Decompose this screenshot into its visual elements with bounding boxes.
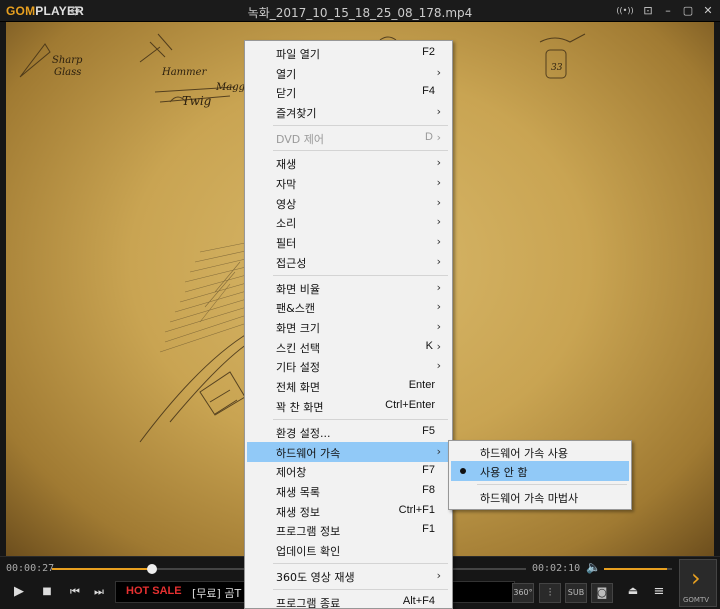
equalizer-icon[interactable]: ⫶: [539, 583, 561, 603]
menu-item-other-settings[interactable]: 기타 설정 ›: [247, 356, 450, 376]
radio-selected-icon: [460, 468, 466, 474]
video-border-right: [714, 22, 720, 556]
mini-mode-button[interactable]: ⊡: [640, 3, 656, 18]
menu-item-video[interactable]: 영상 ›: [247, 193, 450, 213]
menu-item-preferences[interactable]: 환경 설정... F5: [247, 422, 450, 442]
menu-item-playback-info[interactable]: 재생 정보 Ctrl+F1: [247, 501, 450, 521]
menu-separator: [477, 484, 627, 485]
stop-icon[interactable]: ■: [38, 586, 56, 597]
submenu-item-disable-hw[interactable]: 사용 안 함: [451, 461, 629, 481]
menu-item-playback[interactable]: 재생 ›: [247, 153, 450, 173]
window-title: 녹화_2017_10_15_18_25_08_178.mp4: [247, 6, 473, 20]
menu-item-subtitles[interactable]: 자막 ›: [247, 173, 450, 193]
menu-item-accessibility[interactable]: 접근성 ›: [247, 252, 450, 272]
menu-item-fill-screen[interactable]: 꽉 찬 화면 Ctrl+Enter: [247, 396, 450, 416]
current-time: 00:00:27: [6, 563, 55, 574]
menu-item-open-file[interactable]: 파일 열기 F2: [247, 43, 450, 63]
sketch-label-tag: 33: [551, 63, 563, 73]
menu-separator: [273, 275, 448, 276]
menu-separator: [273, 150, 448, 151]
video-border-left: [0, 22, 6, 556]
menu-separator: [273, 419, 448, 420]
ticker-message: [무료] 곰T: [192, 587, 242, 600]
camera-icon[interactable]: ◙: [591, 583, 613, 603]
sketch-label-glass: Glass: [54, 67, 81, 78]
sketch-label-sharp: Sharp: [52, 55, 83, 66]
chevron-right-icon: ›: [691, 564, 701, 592]
seek-progress: [52, 568, 152, 570]
menu-item-exit[interactable]: 프로그램 종료 Alt+F4: [247, 592, 450, 609]
gomtv-label: GOMTV: [683, 596, 710, 604]
menu-item-dvd-control: DVD 제어 D ›: [276, 131, 441, 146]
volume-level: [604, 568, 667, 570]
menu-item-playlist[interactable]: 재생 목록 F8: [247, 481, 450, 501]
context-menu: 파일 열기 F2 열기 › 닫기 F4 즐겨찾기 › DVD 제어 D › 재생 › 자막 › …: [244, 40, 453, 609]
menu-item-close[interactable]: 닫기 F4: [247, 82, 450, 102]
vr-360-button[interactable]: 360°: [512, 583, 534, 603]
menu-item-skin-select[interactable]: 스킨 선택 K ›: [247, 337, 450, 357]
menu-separator: [273, 125, 448, 126]
menu-separator: [273, 563, 448, 564]
play-icon[interactable]: ▶: [10, 584, 28, 599]
close-button[interactable]: ✕: [700, 3, 716, 18]
maximize-button[interactable]: ▢: [680, 3, 696, 18]
menu-item-open[interactable]: 열기 ›: [247, 63, 450, 83]
menu-item-aspect-ratio[interactable]: 화면 비율 ›: [247, 278, 450, 298]
seek-handle[interactable]: [146, 564, 157, 574]
sketch-label-twig: Twig: [182, 94, 212, 108]
subtitle-button[interactable]: SUB: [565, 583, 587, 603]
menu-item-pan-scan[interactable]: 팬&스캔 ›: [247, 297, 450, 317]
menu-item-audio[interactable]: 소리 ›: [247, 212, 450, 232]
hot-sale-label: HOT SALE: [126, 585, 182, 597]
submenu-item-hw-wizard[interactable]: 하드웨어 가속 마법사: [451, 487, 629, 507]
speaker-icon[interactable]: 🔈: [586, 560, 601, 574]
menu-item-filter[interactable]: 필터 ›: [247, 232, 450, 252]
minimize-button[interactable]: –: [660, 3, 676, 18]
menu-item-check-update[interactable]: 업데이트 확인: [247, 540, 450, 560]
sketch-label-magg: Magg: [215, 82, 245, 93]
broadcast-icon[interactable]: ((•)): [614, 3, 636, 18]
total-time: 00:02:10: [532, 563, 581, 574]
menu-item-screen-size[interactable]: 화면 크기 ›: [247, 317, 450, 337]
submenu-item-enable-hw[interactable]: 하드웨어 가속 사용: [451, 442, 629, 462]
menu-item-360-video[interactable]: 360도 영상 재생 ›: [247, 566, 450, 586]
volume-slider[interactable]: [604, 568, 672, 570]
previous-icon[interactable]: ⏮: [66, 585, 84, 599]
next-icon[interactable]: ⏭: [90, 585, 108, 599]
menu-item-fullscreen[interactable]: 전체 화면 Enter: [247, 376, 450, 396]
eject-icon[interactable]: ⏏: [624, 584, 642, 597]
menu-item-favorites[interactable]: 즐겨찾기 ›: [247, 102, 450, 122]
title-bar: GOMPLAYER ⚙ 녹화_2017_10_15_18_25_08_178.m…: [0, 0, 720, 22]
menu-icon[interactable]: ≡: [650, 584, 668, 599]
menu-separator: [273, 589, 448, 590]
sketch-label-hammer: Hammer: [161, 67, 208, 78]
menu-item-program-info[interactable]: 프로그램 정보 F1: [247, 520, 450, 540]
window-controls: ((•)) ⊡ – ▢ ✕: [614, 3, 716, 18]
menu-item-hardware-acceleration[interactable]: 하드웨어 가속 ›: [247, 442, 450, 462]
menu-item-control-panel[interactable]: 제어창 F7: [247, 461, 450, 481]
hardware-acceleration-submenu: 하드웨어 가속 사용 사용 안 함 하드웨어 가속 마법사: [448, 440, 632, 510]
gomtv-button[interactable]: › GOMTV: [679, 559, 717, 607]
